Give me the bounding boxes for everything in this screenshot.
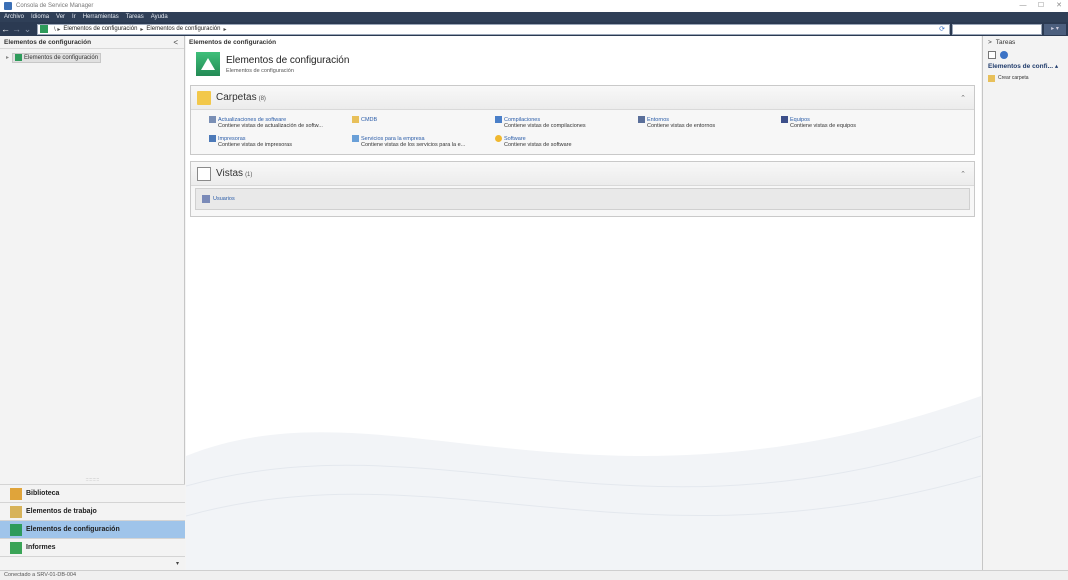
tree-item-config-items[interactable]: ▸ Elementos de configuración — [6, 52, 184, 63]
business-services-icon — [352, 135, 359, 142]
wunderbar-elementos-de-trabajo[interactable]: Elementos de trabajo — [0, 502, 185, 520]
navigation-pane: Elementos de configuración < ▸ Elementos… — [0, 36, 185, 570]
collapse-icon[interactable]: ⌃ — [960, 170, 966, 178]
back-button[interactable]: ← — [0, 24, 11, 34]
window-title: Consola de Service Manager — [16, 3, 94, 9]
view-icon — [197, 166, 211, 181]
breadcrumb-item-current[interactable]: Elementos de configuración — [146, 26, 220, 32]
forward-button[interactable]: → — [11, 24, 22, 34]
work-items-icon — [10, 505, 22, 518]
folder-item-servicios[interactable]: Servicios para la empresa Contiene vista… — [352, 135, 495, 148]
maximize-button[interactable]: ☐ — [1032, 0, 1050, 12]
view-item-usuarios[interactable]: Usuarios — [195, 188, 970, 210]
expand-arrow-icon[interactable]: > — [988, 39, 992, 46]
printer-icon — [209, 135, 216, 142]
menu-idioma[interactable]: Idioma — [31, 14, 49, 20]
resize-grip[interactable]: :::::::::: — [0, 476, 185, 484]
history-dropdown[interactable]: ⌄ — [22, 24, 33, 35]
tasks-pane: > Tareas Elementos de confi... ▴ Crear c… — [982, 36, 1068, 570]
breadcrumb-separator-icon: ▸ — [140, 26, 144, 33]
config-items-large-icon — [196, 52, 220, 76]
folder-item-actualizaciones[interactable]: Actualizaciones de software Contiene vis… — [209, 116, 352, 129]
collapse-icon[interactable]: ⌃ — [960, 94, 966, 102]
new-folder-icon — [988, 74, 995, 82]
folders-group: Carpetas (8) ⌃ Actualizaciones de softwa… — [190, 85, 975, 155]
tasks-pane-title: Tareas — [995, 39, 1016, 46]
breadcrumb-item-root[interactable]: Elementos de configuración — [63, 26, 137, 32]
navigation-bar: ← → ⌄ \ ▸ Elementos de configuración ▸ E… — [0, 22, 1068, 36]
wunderbar-informes[interactable]: Informes — [0, 538, 185, 556]
folder-item-equipos[interactable]: Equipos Contiene vistas de equipos — [781, 116, 924, 129]
breadcrumb-separator-icon: ▸ — [223, 26, 227, 33]
folders-group-header[interactable]: Carpetas (8) ⌃ — [191, 86, 974, 110]
main-content: Elementos de configuración Elementos de … — [186, 36, 981, 570]
folder-item-impresoras[interactable]: Impresoras Contiene vistas de impresoras — [209, 135, 352, 148]
properties-icon[interactable] — [988, 51, 996, 59]
config-items-icon — [40, 25, 48, 33]
users-icon — [202, 195, 210, 203]
folders-group-title: Carpetas — [216, 92, 257, 103]
environments-icon — [638, 116, 645, 123]
page-subtitle: Elementos de configuración — [226, 67, 294, 74]
library-icon — [10, 487, 22, 500]
wunderbar-elementos-de-configuracion[interactable]: Elementos de configuración — [0, 520, 185, 538]
minimize-button[interactable]: — — [1014, 0, 1032, 12]
menu-archivo[interactable]: Archivo — [4, 14, 24, 20]
tree-item-label: Elementos de configuración — [24, 54, 99, 61]
navigation-pane-header: Elementos de configuración < — [0, 36, 184, 49]
config-items-icon — [15, 54, 22, 61]
menu-ver[interactable]: Ver — [56, 14, 65, 20]
app-icon — [4, 2, 12, 10]
reports-icon — [10, 541, 22, 554]
task-crear-carpeta[interactable]: Crear carpeta — [983, 73, 1068, 83]
navigation-pane-title: Elementos de configuración — [4, 38, 92, 46]
views-group-title: Vistas — [216, 168, 244, 179]
refresh-icon[interactable]: ⟳ — [939, 25, 945, 33]
views-group-header[interactable]: Vistas (1) ⌃ — [191, 162, 974, 186]
folder-item-compilaciones[interactable]: Compilaciones Contiene vistas de compila… — [495, 116, 638, 129]
builds-icon — [495, 116, 502, 123]
breadcrumb-separator-icon: \ ▸ — [54, 26, 61, 33]
menu-ir[interactable]: Ir — [72, 14, 76, 20]
window-controls: — ☐ ✕ — [1014, 0, 1068, 12]
search-input[interactable] — [952, 23, 1042, 35]
views-count: (1) — [245, 172, 253, 178]
wunderbar-biblioteca[interactable]: Biblioteca — [0, 484, 185, 502]
folders-count: (8) — [258, 96, 266, 102]
search-button[interactable]: ▸ ▾ — [1044, 23, 1066, 35]
views-group: Vistas (1) ⌃ Usuarios — [190, 161, 975, 217]
title-bar: Consola de Service Manager — ☐ ✕ — [0, 0, 1068, 12]
menu-ayuda[interactable]: Ayuda — [151, 14, 168, 20]
computers-icon — [781, 116, 788, 123]
config-items-icon — [10, 523, 22, 536]
menu-tareas[interactable]: Tareas — [126, 14, 144, 20]
wunderbar-overflow-button[interactable]: ▾ — [0, 556, 185, 570]
folder-icon — [352, 116, 359, 123]
help-icon[interactable] — [1000, 51, 1008, 59]
tasks-toolbar — [983, 49, 1068, 61]
tasks-pane-header[interactable]: > Tareas — [983, 36, 1068, 49]
folder-item-cmdb[interactable]: CMDB — [352, 116, 495, 129]
tasks-section-title[interactable]: Elementos de confi... ▴ — [983, 61, 1068, 73]
hero-section: Elementos de configuración Elementos de … — [186, 49, 981, 79]
folder-item-software[interactable]: Software Contiene vistas de software — [495, 135, 638, 148]
breadcrumb: \ ▸ Elementos de configuración ▸ Element… — [37, 23, 950, 35]
close-button[interactable]: ✕ — [1050, 0, 1068, 12]
content-header: Elementos de configuración — [189, 39, 277, 46]
collapse-pane-button[interactable]: < — [173, 38, 178, 47]
status-bar: Conectado a SRV-01-DB-004 — [0, 570, 1068, 580]
wunderbar: :::::::::: Biblioteca Elementos de traba… — [0, 476, 185, 570]
software-updates-icon — [209, 116, 216, 123]
menu-herramientas[interactable]: Herramientas — [83, 14, 119, 20]
background-wave — [186, 396, 981, 570]
page-title: Elementos de configuración — [226, 54, 350, 66]
section-collapse-icon[interactable]: ▴ — [1055, 63, 1058, 70]
folder-icon — [197, 90, 211, 105]
software-icon — [495, 135, 502, 142]
folder-item-entornos[interactable]: Entornos Contiene vistas de entornos — [638, 116, 781, 129]
menu-bar: Archivo Idioma Ver Ir Herramientas Tarea… — [0, 12, 1068, 22]
